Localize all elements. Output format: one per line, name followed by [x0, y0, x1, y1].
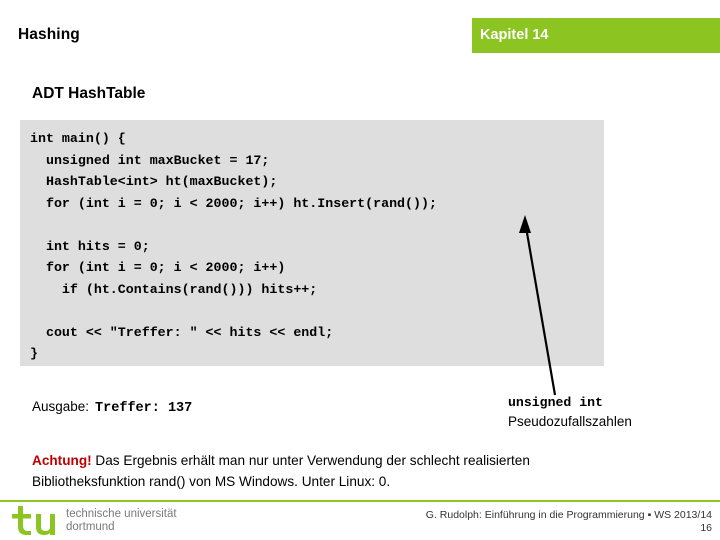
footer-credit: G. Rudolph: Einführung in die Programmie… — [425, 509, 712, 521]
program-output-row: Ausgabe: Treffer: 137 — [32, 398, 192, 416]
warning-lead: Achtung! — [32, 453, 92, 468]
annotation-description: Pseudozufallszahlen — [508, 414, 632, 429]
tu-logo-text: technische universität dortmund — [66, 508, 177, 534]
code-line: HashTable<int> ht(maxBucket); — [30, 174, 278, 189]
code-block: int main() { unsigned int maxBucket = 17… — [20, 120, 604, 366]
chapter-label: Kapitel 14 — [480, 27, 549, 43]
tu-logo-line1: technische universität — [66, 508, 177, 520]
warning-text: Das Ergebnis erhält man nur unter Verwen… — [32, 453, 530, 489]
tu-logo-line2: dortmund — [66, 521, 115, 533]
code-line: int hits = 0; — [30, 238, 150, 254]
warning-note: Achtung! Das Ergebnis erhält man nur unt… — [32, 450, 632, 492]
page-title: Hashing — [18, 26, 80, 43]
slide-header-bar: Hashing Kapitel 14 — [0, 18, 720, 53]
annotation-type-label: unsigned int — [508, 395, 603, 410]
tu-dortmund-logo: technische universität dortmund — [12, 506, 202, 536]
code-line: for (int i = 0; i < 2000; i++) — [30, 260, 286, 275]
code-line: cout << "Treffer: " << hits << endl; — [30, 324, 334, 340]
code-line: if (ht.Contains(rand())) hits++; — [30, 281, 318, 297]
slide-title: ADT HashTable — [32, 85, 146, 102]
code-line: unsigned int maxBucket = 17; — [30, 152, 270, 168]
tu-logo-icon — [12, 506, 55, 535]
header-title-box: Hashing — [0, 18, 472, 53]
footer-divider — [0, 500, 720, 502]
footer-page-number: 16 — [700, 522, 712, 534]
annotation-block: unsigned int Pseudozufallszahlen — [508, 394, 632, 431]
code-line: } — [30, 346, 38, 361]
code-line: for (int i = 0; i < 2000; i++) ht.Insert… — [30, 195, 437, 211]
output-value: Treffer: 137 — [95, 401, 193, 416]
output-label: Ausgabe: — [32, 399, 90, 414]
code-line: int main() { — [30, 131, 126, 146]
